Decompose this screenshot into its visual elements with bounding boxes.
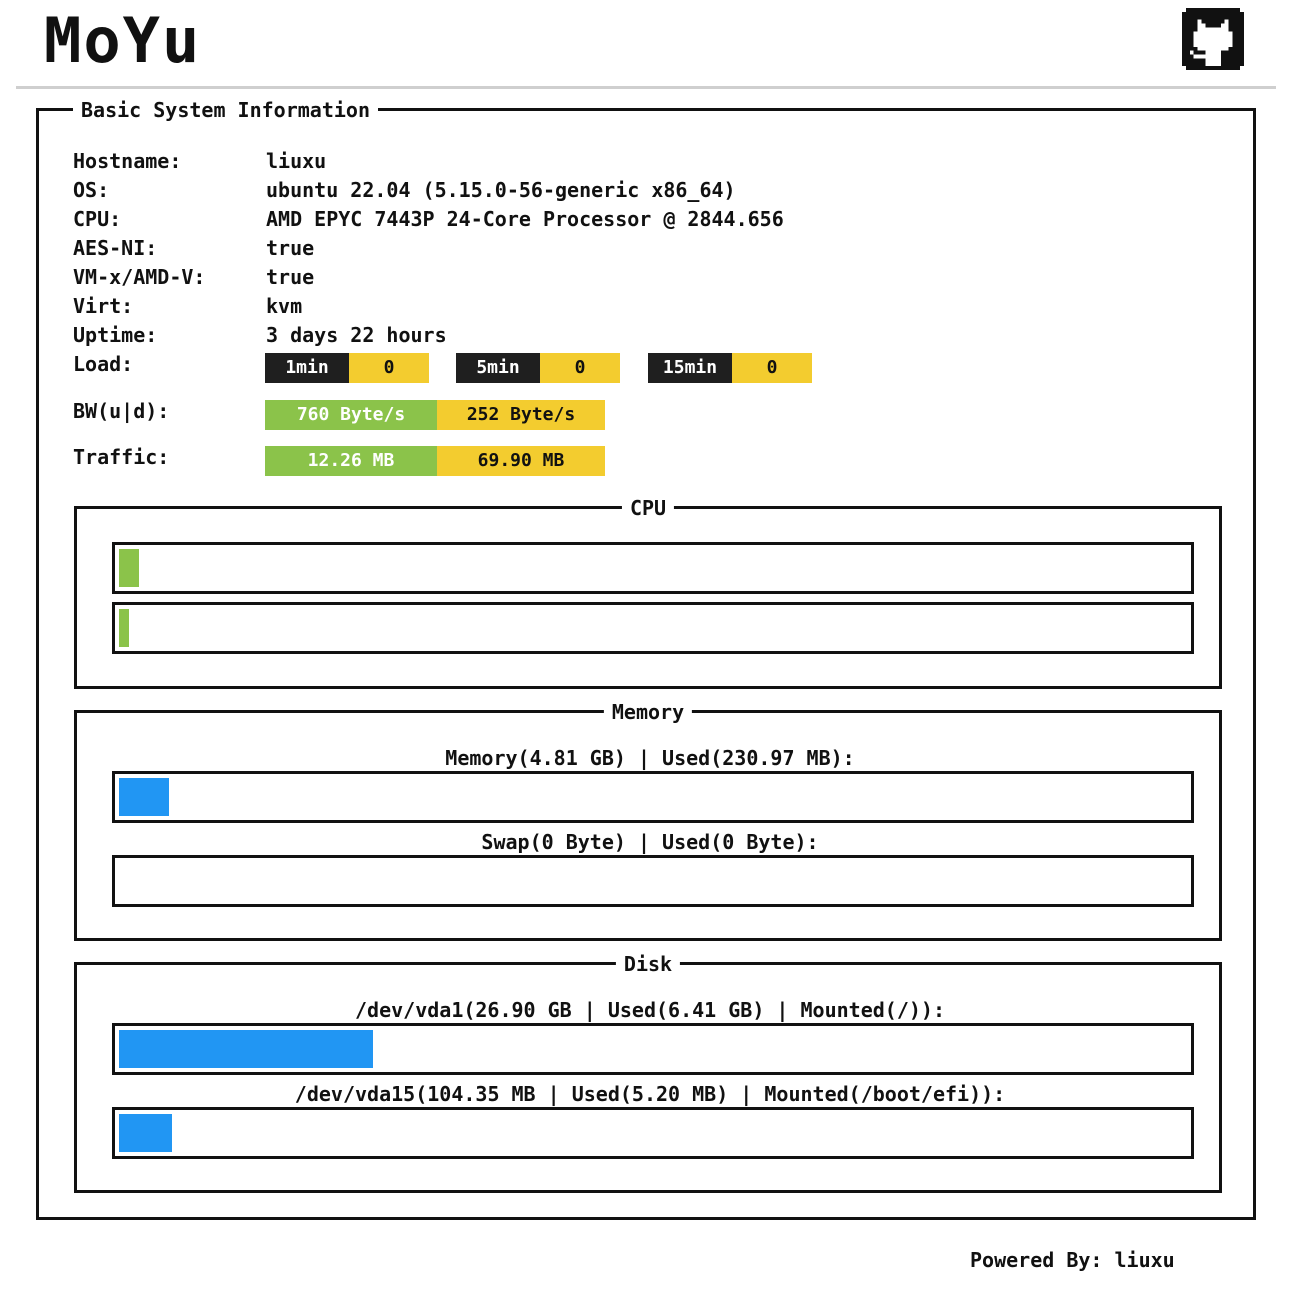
info-value: liuxu — [266, 149, 327, 173]
info-value: ubuntu 22.04 (5.15.0-56-generic x86_64) — [266, 178, 736, 202]
info-row-aes: AES-NI: true — [73, 236, 314, 260]
disk-title: Disk — [615, 951, 681, 977]
bw-up-value: 760 Byte/s — [265, 400, 437, 430]
basic-info-title: Basic System Information — [73, 97, 378, 123]
info-row-hostname: Hostname: liuxu — [73, 149, 326, 173]
header: MoYu — [16, 0, 1276, 89]
info-value: true — [266, 265, 315, 289]
load-1min-value: 0 — [349, 353, 429, 383]
disk-panel: Disk /dev/vda1(26.90 GB | Used(6.41 GB) … — [74, 951, 1222, 1193]
cpu-core-bar — [112, 542, 1194, 594]
swap-bar — [112, 855, 1194, 907]
disk-caption: /dev/vda15(104.35 MB | Used(5.20 MB) | M… — [294, 1082, 1006, 1106]
load-5min-label: 5min — [456, 353, 540, 383]
info-value: true — [266, 236, 315, 260]
disk-caption: /dev/vda1(26.90 GB | Used(6.41 GB) | Mou… — [354, 998, 945, 1022]
cpu-panel: CPU — [74, 495, 1222, 689]
cpu-core-bar — [112, 602, 1194, 654]
load-5min-value: 0 — [540, 353, 620, 383]
basic-info-panel: Basic System Information Hostname: liuxu … — [36, 97, 1256, 1220]
info-key: VM-x/AMD-V: — [73, 265, 206, 289]
info-value: AMD EPYC 7443P 24-Core Processor @ 2844.… — [266, 207, 784, 231]
disk-bar-fill — [119, 1114, 172, 1152]
memory-caption: Memory(4.81 GB) | Used(230.97 MB): — [445, 746, 855, 770]
info-key: Virt: — [73, 294, 134, 318]
info-key: OS: — [73, 178, 110, 202]
bw-label: BW(u|d): — [73, 399, 170, 423]
info-row-cpu: CPU: AMD EPYC 7443P 24-Core Processor @ 2… — [73, 207, 784, 231]
swap-caption: Swap(0 Byte) | Used(0 Byte): — [481, 830, 819, 854]
disk-bar — [112, 1107, 1194, 1159]
app-logo[interactable]: MoYu — [44, 4, 201, 77]
bw-down-value: 252 Byte/s — [437, 400, 605, 430]
load-1min-label: 1min — [265, 353, 349, 383]
cpu-title: CPU — [621, 495, 675, 521]
load-15min-value: 0 — [732, 353, 812, 383]
disk-bar — [112, 1023, 1194, 1075]
info-row-uptime: Uptime: 3 days 22 hours — [73, 323, 447, 347]
info-row-os: OS: ubuntu 22.04 (5.15.0-56-generic x86_6… — [73, 178, 736, 202]
memory-title: Memory — [603, 699, 693, 725]
traffic-label: Traffic: — [73, 445, 170, 469]
memory-bar — [112, 771, 1194, 823]
load-15min-label: 15min — [648, 353, 732, 383]
info-key: Uptime: — [73, 323, 158, 347]
info-value: kvm — [266, 294, 303, 318]
info-row-vmx: VM-x/AMD-V: true — [73, 265, 314, 289]
traffic-up-value: 12.26 MB — [265, 446, 437, 476]
load-label: Load: — [73, 352, 134, 376]
info-key: AES-NI: — [73, 236, 158, 260]
info-key: Hostname: — [73, 149, 182, 173]
cpu-core-bar-fill — [119, 609, 129, 647]
memory-panel: Memory Memory(4.81 GB) | Used(230.97 MB)… — [74, 699, 1222, 941]
github-icon[interactable] — [1182, 8, 1244, 70]
cpu-core-bar-fill — [119, 549, 139, 587]
info-key: CPU: — [73, 207, 122, 231]
footer-credit: Powered By: liuxu — [970, 1248, 1175, 1272]
disk-bar-fill — [119, 1030, 373, 1068]
info-row-virt: Virt: kvm — [73, 294, 302, 318]
info-value: 3 days 22 hours — [266, 323, 447, 347]
memory-bar-fill — [119, 778, 169, 816]
traffic-down-value: 69.90 MB — [437, 446, 605, 476]
